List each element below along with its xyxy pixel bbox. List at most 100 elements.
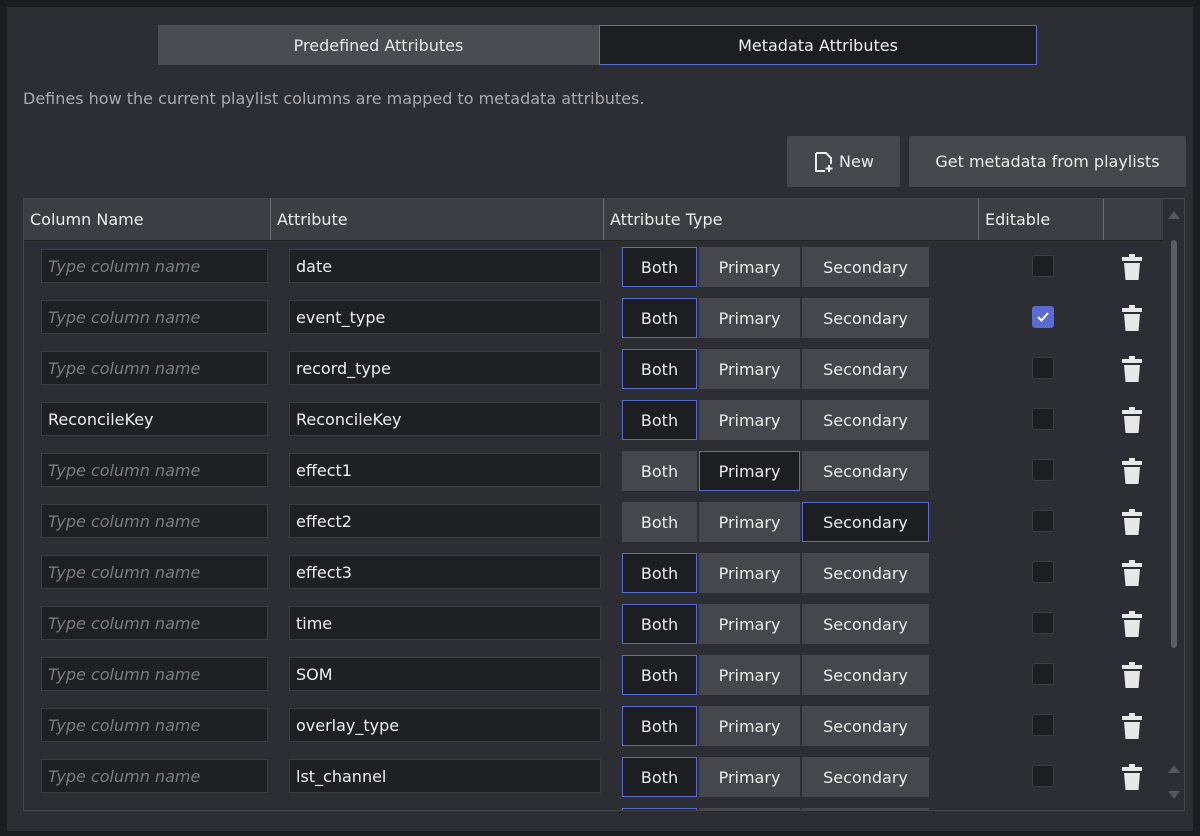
get-metadata-button[interactable]: Get metadata from playlists: [909, 136, 1186, 187]
trash-icon[interactable]: [1121, 560, 1143, 586]
trash-icon[interactable]: [1121, 764, 1143, 790]
attribute-input[interactable]: ReconcileKey: [289, 402, 601, 436]
column-name-input[interactable]: Type column name: [41, 759, 268, 793]
type-secondary-button[interactable]: Secondary: [802, 400, 929, 440]
column-name-input[interactable]: Type column name: [41, 555, 268, 589]
type-primary-button[interactable]: Primary: [699, 247, 800, 287]
type-secondary-button[interactable]: Secondary: [802, 451, 929, 491]
type-primary-button[interactable]: Primary: [699, 808, 800, 810]
new-button[interactable]: New: [787, 136, 900, 187]
column-name-input[interactable]: Type column name: [41, 300, 268, 334]
column-name-input[interactable]: Type column name: [41, 606, 268, 640]
editable-checkbox[interactable]: [1032, 459, 1054, 481]
column-name-input[interactable]: ReconcileKey: [41, 402, 268, 436]
trash-icon[interactable]: [1121, 254, 1143, 280]
attribute-input[interactable]: effect1: [289, 453, 601, 487]
editable-checkbox[interactable]: [1032, 663, 1054, 685]
type-primary-button[interactable]: Primary: [699, 451, 800, 491]
table-row: Type column name record_type Both Primary Se…: [24, 343, 1165, 394]
type-primary-button[interactable]: Primary: [699, 349, 800, 389]
editable-checkbox[interactable]: [1032, 561, 1054, 583]
column-name-input[interactable]: Type column name: [41, 453, 268, 487]
new-file-icon: [815, 151, 833, 172]
attribute-input[interactable]: effect2: [289, 504, 601, 538]
type-both-button[interactable]: Both: [622, 247, 697, 287]
type-primary-button[interactable]: Primary: [699, 655, 800, 695]
trash-icon[interactable]: [1121, 305, 1143, 331]
header-attribute-type[interactable]: Attribute Type: [604, 199, 979, 240]
column-name-input[interactable]: Type column name: [41, 657, 268, 691]
type-secondary-button[interactable]: Secondary: [802, 502, 929, 542]
type-primary-button[interactable]: Primary: [699, 553, 800, 593]
column-name-input[interactable]: Type column name: [41, 249, 268, 283]
attribute-input[interactable]: overlay_type: [289, 708, 601, 742]
type-secondary-button[interactable]: Secondary: [802, 247, 929, 287]
scrollbar-thumb[interactable]: [1171, 240, 1177, 648]
attribute-type-toggle: BothPrimarySecondary: [622, 604, 931, 644]
trash-icon[interactable]: [1121, 407, 1143, 433]
editable-checkbox[interactable]: [1032, 612, 1054, 634]
type-both-button[interactable]: Both: [622, 757, 697, 797]
type-primary-button[interactable]: Primary: [699, 298, 800, 338]
type-secondary-button[interactable]: Secondary: [802, 553, 929, 593]
type-primary-button[interactable]: Primary: [699, 757, 800, 797]
editable-checkbox[interactable]: [1032, 510, 1054, 532]
header-attribute[interactable]: Attribute: [271, 199, 604, 240]
trash-icon[interactable]: [1121, 356, 1143, 382]
editable-checkbox[interactable]: [1032, 408, 1054, 430]
editable-checkbox[interactable]: [1032, 765, 1054, 787]
type-secondary-button[interactable]: Secondary: [802, 757, 929, 797]
column-name-input[interactable]: Type column name: [41, 351, 268, 385]
trash-icon[interactable]: [1121, 662, 1143, 688]
type-secondary-button[interactable]: Secondary: [802, 706, 929, 746]
column-name-input[interactable]: Type column name: [41, 810, 268, 811]
type-both-button[interactable]: Both: [622, 349, 697, 389]
attribute-input[interactable]: lst_channel: [289, 759, 601, 793]
type-both-button[interactable]: Both: [622, 400, 697, 440]
attribute-input[interactable]: event_type: [289, 300, 601, 334]
type-primary-button[interactable]: Primary: [699, 604, 800, 644]
type-both-button[interactable]: Both: [622, 451, 697, 491]
vertical-scrollbar[interactable]: [1163, 199, 1184, 810]
trash-icon[interactable]: [1121, 611, 1143, 637]
type-primary-button[interactable]: Primary: [699, 502, 800, 542]
type-both-button[interactable]: Both: [622, 553, 697, 593]
type-both-button[interactable]: Both: [622, 604, 697, 644]
header-editable[interactable]: Editable: [979, 199, 1104, 240]
attribute-input[interactable]: time: [289, 606, 601, 640]
type-secondary-button[interactable]: Secondary: [802, 808, 929, 810]
editable-checkbox[interactable]: [1032, 714, 1054, 736]
tab-predefined-attributes[interactable]: Predefined Attributes: [158, 25, 599, 65]
trash-icon[interactable]: [1121, 458, 1143, 484]
type-primary-button[interactable]: Primary: [699, 706, 800, 746]
attribute-type-toggle: BothPrimarySecondary: [622, 298, 931, 338]
column-name-input[interactable]: Type column name: [41, 504, 268, 538]
attribute-input[interactable]: date: [289, 249, 601, 283]
attribute-input[interactable]: effect3: [289, 555, 601, 589]
table-header: Column Name Attribute Attribute Type Edi…: [24, 199, 1165, 241]
trash-icon[interactable]: [1121, 713, 1143, 739]
type-both-button[interactable]: Both: [622, 298, 697, 338]
scroll-down-icon[interactable]: [1168, 791, 1180, 799]
scroll-up-icon[interactable]: [1168, 765, 1180, 773]
editable-checkbox[interactable]: [1032, 306, 1054, 328]
type-secondary-button[interactable]: Secondary: [802, 298, 929, 338]
scroll-up-icon[interactable]: [1168, 211, 1180, 219]
editable-checkbox[interactable]: [1032, 357, 1054, 379]
type-both-button[interactable]: Both: [622, 706, 697, 746]
type-both-button[interactable]: Both: [622, 655, 697, 695]
type-secondary-button[interactable]: Secondary: [802, 655, 929, 695]
attribute-input[interactable]: record_type: [289, 351, 601, 385]
type-primary-button[interactable]: Primary: [699, 400, 800, 440]
type-both-button[interactable]: Both: [622, 808, 697, 810]
type-secondary-button[interactable]: Secondary: [802, 349, 929, 389]
tab-metadata-attributes[interactable]: Metadata Attributes: [599, 25, 1037, 65]
header-column-name[interactable]: Column Name: [24, 199, 271, 240]
type-both-button[interactable]: Both: [622, 502, 697, 542]
trash-icon[interactable]: [1121, 509, 1143, 535]
type-secondary-button[interactable]: Secondary: [802, 604, 929, 644]
column-name-input[interactable]: Type column name: [41, 708, 268, 742]
attribute-input[interactable]: [289, 810, 601, 811]
attribute-input[interactable]: SOM: [289, 657, 601, 691]
editable-checkbox[interactable]: [1032, 255, 1054, 277]
